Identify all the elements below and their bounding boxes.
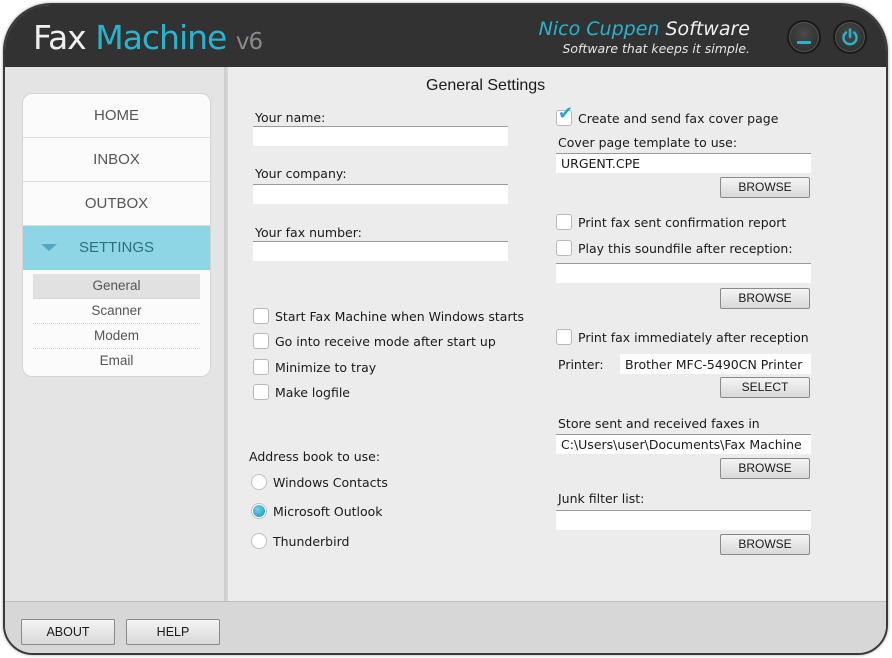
cover-browse-button[interactable]: BROWSE: [720, 177, 810, 198]
radio-label: Microsoft Outlook: [273, 503, 383, 519]
title-bar: Fax Machine v6 Nico Cuppen Software Soft…: [5, 5, 886, 67]
nav-item-settings[interactable]: SETTINGS: [23, 226, 210, 270]
checkbox-label: Go into receive mode after start up: [275, 333, 496, 349]
checkbox-box[interactable]: [556, 329, 572, 345]
cover-template-label: Cover page template to use:: [558, 135, 738, 150]
about-button[interactable]: ABOUT: [21, 619, 115, 645]
radio-button[interactable]: [251, 533, 267, 549]
printer-field[interactable]: [620, 354, 811, 374]
store-location-label: Store sent and received faxes in: [558, 416, 760, 431]
radio-microsoft-outlook[interactable]: Microsoft Outlook: [251, 503, 383, 519]
app-title-fax: Fax: [33, 18, 87, 57]
checkmark-icon: ✔: [558, 103, 574, 124]
company-label: Your company:: [255, 166, 347, 181]
nav-item-label: OUTBOX: [84, 195, 149, 212]
nav-item-inbox[interactable]: INBOX: [23, 138, 210, 182]
app-version: v6: [235, 29, 263, 55]
name-label: Your name:: [255, 110, 326, 125]
soundfile-browse-button[interactable]: BROWSE: [720, 288, 810, 309]
settings-panel: General Settings Your name: Your company…: [228, 67, 886, 601]
checkbox-box[interactable]: [253, 308, 269, 324]
subnav-item-modem[interactable]: Modem: [33, 324, 200, 349]
checkbox-box[interactable]: [253, 384, 269, 400]
print-immediately-checkbox[interactable]: Print fax immediately after reception: [556, 329, 809, 345]
store-browse-button[interactable]: BROWSE: [720, 458, 810, 479]
footer: ABOUT HELP: [5, 601, 886, 653]
app-window: Fax Machine v6 Nico Cuppen Software Soft…: [3, 3, 888, 655]
radio-label: Windows Contacts: [273, 474, 388, 490]
receive-mode-checkbox[interactable]: Go into receive mode after start up: [253, 333, 496, 349]
radio-thunderbird[interactable]: Thunderbird: [251, 533, 349, 549]
checkbox-label: Minimize to tray: [275, 359, 377, 375]
checkbox-label: Print fax sent confirmation report: [578, 214, 787, 230]
checkbox-label: Create and send fax cover page: [578, 110, 779, 126]
power-icon: [842, 28, 858, 46]
brand-name: Nico Cuppen: [538, 18, 660, 40]
cover-page-checkbox[interactable]: ✔ Create and send fax cover page: [556, 105, 779, 126]
app-title: Fax Machine v6: [33, 18, 263, 62]
nav-item-outbox[interactable]: OUTBOX: [23, 182, 210, 226]
start-with-windows-checkbox[interactable]: Start Fax Machine when Windows starts: [253, 308, 524, 324]
radio-label: Thunderbird: [273, 533, 350, 549]
address-book-label: Address book to use:: [249, 449, 381, 464]
fax-number-label: Your fax number:: [255, 225, 362, 240]
checkbox-box[interactable]: ✔: [556, 105, 573, 126]
nav-item-label: HOME: [94, 107, 139, 124]
checkbox-box[interactable]: [253, 333, 269, 349]
name-field[interactable]: [253, 126, 508, 146]
company-field[interactable]: [253, 184, 508, 204]
minimize-to-tray-checkbox[interactable]: Minimize to tray: [253, 359, 376, 375]
checkbox-label: Make logfile: [275, 384, 350, 400]
checkbox-label: Print fax immediately after reception: [578, 329, 809, 345]
checkbox-label: Start Fax Machine when Windows starts: [275, 308, 525, 324]
junk-filter-label: Junk filter list:: [558, 491, 645, 506]
brand-software: Software: [665, 18, 750, 40]
play-sound-checkbox[interactable]: Play this soundfile after reception:: [556, 240, 793, 256]
help-button[interactable]: HELP: [126, 619, 220, 645]
checkbox-box[interactable]: [556, 240, 572, 256]
fax-number-field[interactable]: [253, 241, 508, 261]
minimize-icon: [797, 40, 811, 44]
brand-tagline: Software that keeps it simple.: [562, 41, 750, 56]
cover-template-field[interactable]: [556, 153, 811, 173]
checkbox-box[interactable]: [253, 359, 269, 375]
settings-subnav: General Scanner Modem Email: [23, 270, 210, 374]
close-button[interactable]: [833, 20, 867, 54]
app-title-machine: Machine: [95, 18, 227, 57]
nav-item-label: INBOX: [93, 151, 140, 168]
radio-windows-contacts[interactable]: Windows Contacts: [251, 474, 388, 490]
radio-button[interactable]: [251, 474, 267, 490]
junk-browse-button[interactable]: BROWSE: [720, 534, 810, 555]
subnav-item-general[interactable]: General: [33, 274, 200, 299]
radio-button[interactable]: [251, 503, 267, 519]
printer-label: Printer:: [558, 357, 604, 372]
store-location-field[interactable]: [556, 434, 811, 454]
minimize-button[interactable]: [787, 20, 821, 54]
page-title: General Settings: [426, 77, 546, 94]
select-printer-button[interactable]: SELECT: [720, 377, 810, 398]
subnav-item-email[interactable]: Email: [33, 349, 200, 374]
nav-item-label: SETTINGS: [78, 239, 154, 256]
print-confirmation-checkbox[interactable]: Print fax sent confirmation report: [556, 214, 786, 230]
chevron-down-icon: [41, 244, 57, 251]
brand: Nico Cuppen Software Software that keeps…: [539, 17, 750, 57]
soundfile-field[interactable]: [556, 263, 811, 283]
make-logfile-checkbox[interactable]: Make logfile: [253, 384, 350, 400]
junk-filter-field[interactable]: [556, 510, 811, 530]
sidebar: HOME INBOX OUTBOX SETTINGS General Scann…: [5, 67, 226, 601]
subnav-item-scanner[interactable]: Scanner: [33, 299, 200, 324]
nav-item-home[interactable]: HOME: [23, 94, 210, 138]
checkbox-box[interactable]: [556, 214, 572, 230]
nav-menu: HOME INBOX OUTBOX SETTINGS General Scann…: [22, 93, 211, 377]
checkbox-label: Play this soundfile after reception:: [578, 240, 793, 256]
